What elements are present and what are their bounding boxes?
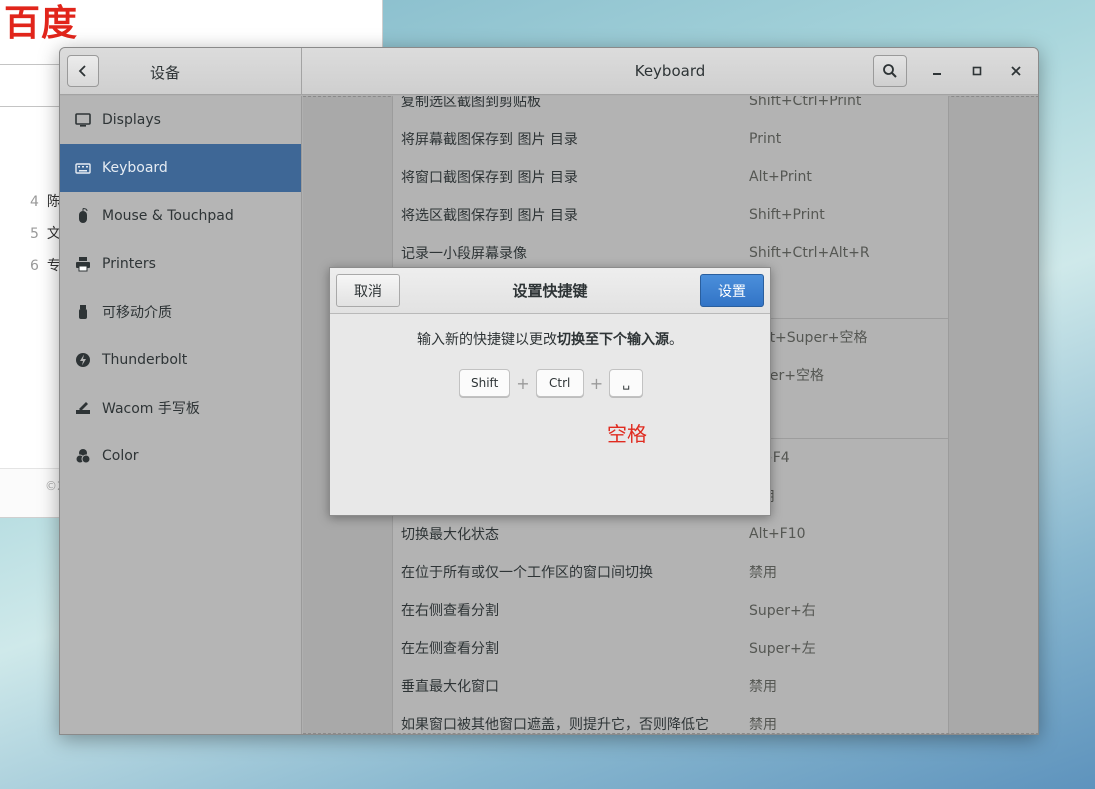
sidebar: Displays Keyboard Mouse & Touchpad Print… xyxy=(60,96,302,734)
panel-group-title: 设备 xyxy=(150,64,181,82)
set-shortcut-dialog: 取消 设置快捷键 设置 输入新的快捷键以更改切换至下个输入源。 Shift + … xyxy=(329,267,771,516)
cancel-button[interactable]: 取消 xyxy=(336,274,400,307)
annotation-label: 空格 xyxy=(607,422,647,446)
maximize-icon xyxy=(972,66,982,76)
sidebar-item-printers[interactable]: Printers xyxy=(60,240,301,288)
key-cap: Shift xyxy=(459,369,511,397)
sidebar-header: 设备 xyxy=(60,48,302,95)
shortcut-row[interactable]: 在左侧查看分割 Super+左 xyxy=(393,629,948,667)
minimize-button[interactable] xyxy=(926,60,948,82)
sidebar-item-thunderbolt[interactable]: Thunderbolt xyxy=(60,336,301,384)
sidebar-item-label: Thunderbolt xyxy=(102,352,188,368)
dialog-message: 输入新的快捷键以更改切换至下个输入源。 xyxy=(417,332,683,348)
shortcut-row[interactable]: 在位于所有或仅一个工作区的窗口间切换 禁用 xyxy=(393,553,948,591)
mouse-icon xyxy=(74,207,92,225)
chevron-left-icon xyxy=(78,65,86,77)
key-cap: Ctrl xyxy=(535,369,584,397)
list-item[interactable]: 5文 xyxy=(30,218,61,250)
sidebar-item-label: Printers xyxy=(102,256,156,272)
sidebar-item-color[interactable]: Color xyxy=(60,432,301,480)
sidebar-item-label: Keyboard xyxy=(102,160,168,176)
shortcut-keys: Shift + Ctrl + ␣ xyxy=(459,368,644,398)
sidebar-item-label: Displays xyxy=(102,112,161,128)
sidebar-item-wacom[interactable]: Wacom 手写板 xyxy=(60,384,301,432)
shortcut-row[interactable]: 将屏幕截图保存到 图片 目录 Print xyxy=(393,120,948,158)
back-button[interactable] xyxy=(67,55,99,87)
tablet-icon xyxy=(74,399,92,417)
set-button[interactable]: 设置 xyxy=(700,274,764,307)
sidebar-item-label: Color xyxy=(102,448,139,464)
plus-separator: + xyxy=(589,373,604,393)
sidebar-item-label: Mouse & Touchpad xyxy=(102,208,234,224)
list-item[interactable]: 4陈 xyxy=(30,186,61,218)
key-cap: ␣ xyxy=(609,369,644,397)
sidebar-item-keyboard[interactable]: Keyboard xyxy=(60,144,301,192)
shortcut-row[interactable]: 垂直最大化窗口 禁用 xyxy=(393,667,948,705)
minimize-icon xyxy=(933,73,941,75)
divider xyxy=(303,733,1038,734)
printer-icon xyxy=(74,255,92,273)
close-icon xyxy=(1011,66,1021,76)
shortcut-row[interactable]: 切换最大化状态 Alt+F10 xyxy=(393,515,948,553)
color-icon xyxy=(74,447,92,465)
display-icon xyxy=(74,111,92,129)
shortcut-row[interactable]: 如果窗口被其他窗口遮盖，则提升它，否则降低它 禁用 xyxy=(393,705,948,734)
removable-media-icon xyxy=(74,303,92,321)
search-button[interactable] xyxy=(873,55,907,87)
maximize-button[interactable] xyxy=(966,60,988,82)
sidebar-item-label: 可移动介质 xyxy=(102,305,172,321)
shortcut-row[interactable]: 在右侧查看分割 Super+右 xyxy=(393,591,948,629)
plus-separator: + xyxy=(516,373,530,393)
sidebar-item-label: Wacom 手写板 xyxy=(102,401,200,417)
sidebar-item-mouse-touchpad[interactable]: Mouse & Touchpad xyxy=(60,192,301,240)
shortcut-row[interactable]: 复制选区截图到剪贴板 Shift+Ctrl+Print xyxy=(393,96,948,120)
list-item[interactable]: 6专 xyxy=(30,250,61,282)
thunderbolt-icon xyxy=(74,351,92,369)
shortcut-row[interactable]: 将选区截图保存到 图片 目录 Shift+Print xyxy=(393,196,948,234)
baidu-logo[interactable]: 百度 xyxy=(4,0,78,46)
shortcut-row[interactable]: 将窗口截图保存到 图片 目录 Alt+Print xyxy=(393,158,948,196)
browser-hot-list: 4陈 5文 6专 xyxy=(30,186,61,282)
keyboard-icon xyxy=(74,159,92,177)
sidebar-item-removable-media[interactable]: 可移动介质 xyxy=(60,288,301,336)
dialog-header: 取消 设置快捷键 设置 xyxy=(330,268,770,314)
sidebar-item-displays[interactable]: Displays xyxy=(60,96,301,144)
search-icon xyxy=(883,64,897,78)
close-button[interactable] xyxy=(1005,60,1027,82)
header-bar: 设备 Keyboard xyxy=(60,48,1038,95)
